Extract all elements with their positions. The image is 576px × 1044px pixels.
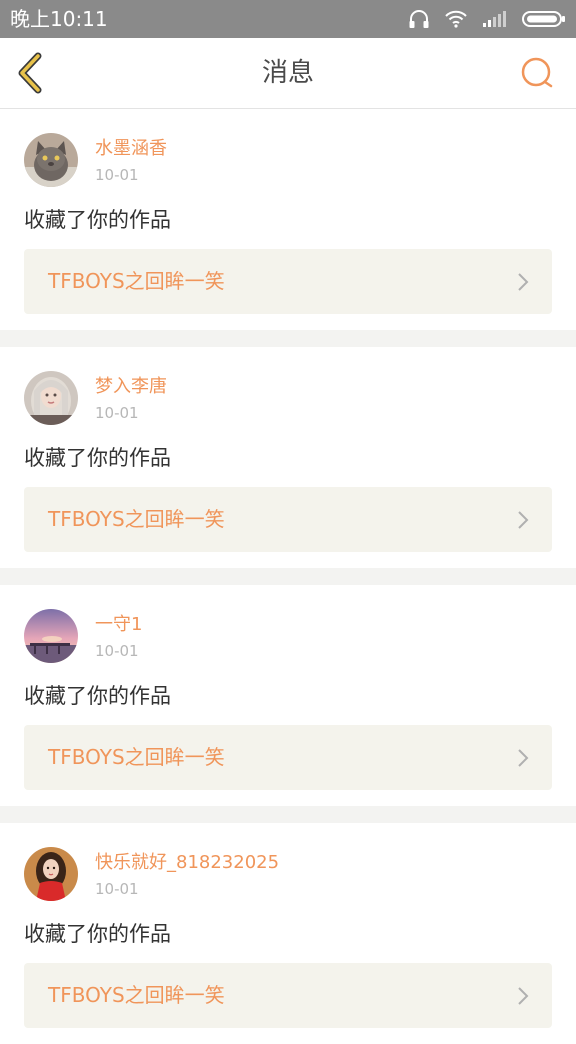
cat-avatar-image [24, 133, 78, 187]
chevron-right-icon [518, 987, 529, 1005]
action-text: 收藏了你的作品 [24, 446, 171, 470]
status-icons [408, 8, 566, 30]
action-text: 收藏了你的作品 [24, 684, 171, 708]
signal-icon [483, 11, 506, 27]
message-date: 10-01 [95, 166, 139, 184]
message-list: 水墨涵香 10-01 收藏了你的作品 TFBOYS之回眸一笑 梦入李唐 10-0… [0, 109, 576, 1044]
portrait-avatar-image [24, 371, 78, 425]
avatar[interactable] [24, 371, 78, 425]
work-link[interactable]: TFBOYS之回眸一笑 [24, 487, 552, 552]
search-icon [521, 57, 553, 88]
headphones-icon [409, 10, 429, 28]
sunset-avatar-image [24, 609, 78, 663]
work-title: TFBOYS之回眸一笑 [48, 269, 225, 293]
search-button[interactable] [518, 55, 558, 91]
username[interactable]: 水墨涵香 [95, 137, 167, 161]
username[interactable]: 梦入李唐 [95, 375, 167, 399]
work-title: TFBOYS之回眸一笑 [48, 983, 225, 1007]
page-title: 消息 [261, 58, 314, 88]
action-text: 收藏了你的作品 [24, 922, 171, 946]
message-date: 10-01 [95, 642, 139, 660]
status-time: 晚上10:11 [10, 7, 108, 31]
avatar[interactable] [24, 133, 78, 187]
message-date: 10-01 [95, 404, 139, 422]
girl-avatar-image [24, 847, 78, 901]
avatar[interactable] [24, 609, 78, 663]
work-title: TFBOYS之回眸一笑 [48, 507, 225, 531]
message-item: 梦入李唐 10-01 收藏了你的作品 TFBOYS之回眸一笑 [0, 347, 576, 568]
work-title: TFBOYS之回眸一笑 [48, 745, 225, 769]
chevron-right-icon [518, 273, 529, 291]
work-link[interactable]: TFBOYS之回眸一笑 [24, 249, 552, 314]
divider [0, 806, 576, 823]
divider [0, 568, 576, 585]
wifi-icon [445, 10, 467, 28]
chevron-right-icon [518, 511, 529, 529]
avatar[interactable] [24, 847, 78, 901]
username[interactable]: 快乐就好_818232025 [95, 851, 279, 875]
chevron-right-icon [518, 749, 529, 767]
message-item: 快乐就好_818232025 10-01 收藏了你的作品 TFBOYS之回眸一笑 [0, 823, 576, 1044]
message-item: 一守1 10-01 收藏了你的作品 TFBOYS之回眸一笑 [0, 585, 576, 806]
message-date: 10-01 [95, 880, 139, 898]
status-bar: 晚上10:11 [0, 0, 576, 38]
navigation-header: 消息 [0, 38, 576, 109]
username[interactable]: 一守1 [95, 613, 142, 637]
work-link[interactable]: TFBOYS之回眸一笑 [24, 963, 552, 1028]
message-item: 水墨涵香 10-01 收藏了你的作品 TFBOYS之回眸一笑 [0, 109, 576, 330]
battery-icon [522, 11, 565, 27]
action-text: 收藏了你的作品 [24, 208, 171, 232]
divider [0, 330, 576, 347]
work-link[interactable]: TFBOYS之回眸一笑 [24, 725, 552, 790]
